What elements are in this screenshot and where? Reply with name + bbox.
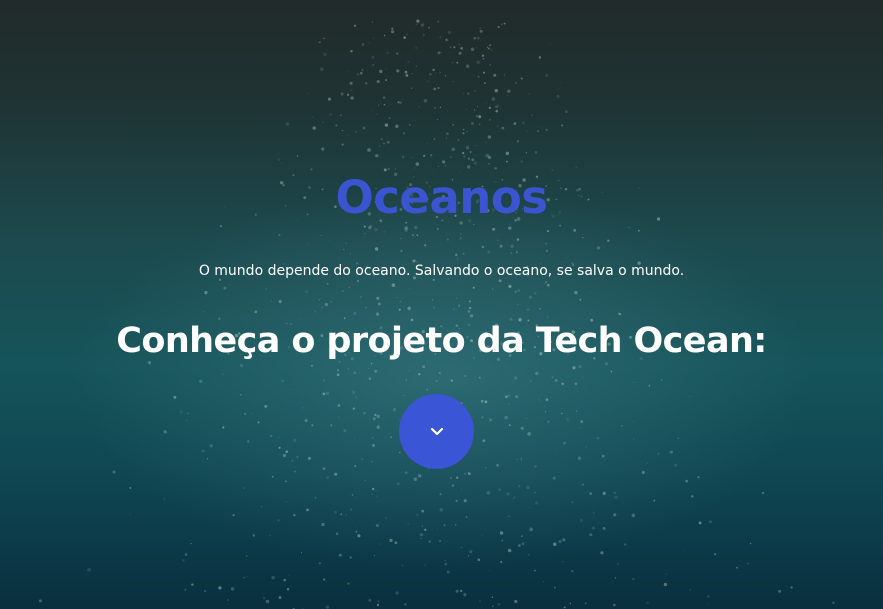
hero-subtitle: O mundo depende do oceano. Salvando o oc… xyxy=(198,263,685,279)
page-title: Oceanos xyxy=(335,171,548,224)
scroll-down-button[interactable] xyxy=(399,394,474,469)
chevron-down-icon xyxy=(430,427,444,436)
hero-section: Oceanos O mundo depende do oceano. Salva… xyxy=(0,0,883,609)
ocean-background xyxy=(38,19,835,609)
project-heading: Conheça o projeto da Tech Ocean: xyxy=(116,321,767,361)
